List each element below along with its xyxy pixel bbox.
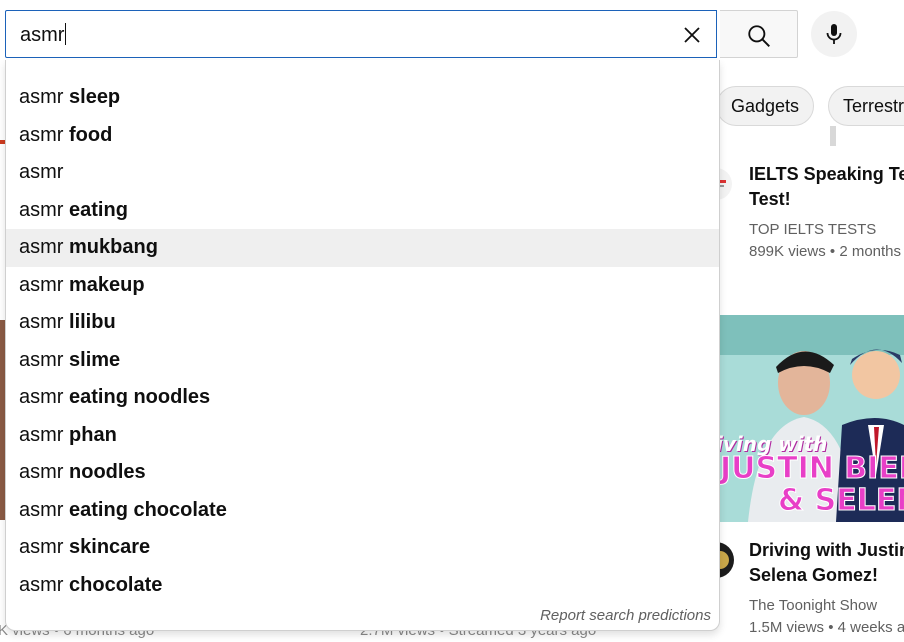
suggestion-query: asmr (19, 573, 64, 596)
suggestion-completion: slime (63, 348, 121, 371)
suggestion-item[interactable]: asmr phan (6, 417, 719, 455)
clear-search-button[interactable] (676, 19, 708, 51)
search-query-text: asmr (20, 24, 65, 46)
suggestion-completion: eating noodles (63, 386, 211, 408)
suggestion-query: asmr (19, 423, 64, 446)
suggestion-item[interactable]: asmr makeup (6, 267, 719, 305)
suggestion-item[interactable]: asmr mukbang (6, 229, 719, 267)
search-input[interactable]: asmr (20, 23, 67, 47)
suggestion-query: asmr (19, 161, 64, 183)
video-stats: 899K views • 2 months (749, 243, 902, 260)
view-count: 1.5M views (749, 619, 825, 636)
suggestion-completion: phan (63, 423, 117, 446)
chip-terrestrial[interactable]: Terrestr (828, 86, 904, 126)
upload-age: 2 months (839, 243, 902, 260)
search-button[interactable] (720, 10, 798, 58)
close-icon (684, 27, 700, 43)
suggestion-item[interactable]: asmr skincare (6, 529, 719, 567)
suggestion-query: asmr (19, 123, 64, 146)
suggestion-item[interactable]: asmr eating chocolate (6, 492, 719, 530)
suggestion-completion: chocolate (63, 573, 163, 596)
video-title-line: Selena Gomez! (749, 565, 879, 585)
suggestion-query: asmr (19, 461, 64, 483)
channel-name[interactable]: TOP IELTS TESTS (749, 219, 876, 241)
suggestion-completion: noodles (63, 461, 146, 483)
suggestion-item[interactable]: asmr sleep (6, 79, 719, 117)
suggestion-query: asmr (19, 198, 64, 221)
search-box[interactable]: asmr (5, 10, 717, 58)
chip-label: Gadgets (731, 96, 800, 116)
view-count: 899K views (749, 243, 826, 260)
video-title[interactable]: Driving with Justin B Selena Gomez! (749, 538, 904, 588)
thumbnail-text: JUSTIN BIEB (720, 451, 904, 487)
suggestion-item[interactable]: asmr slime (6, 342, 719, 380)
suggestion-item[interactable]: asmr lilibu (6, 304, 719, 342)
suggestion-query: asmr (19, 386, 64, 408)
search-suggestions-dropdown: asmr sleep asmr food asmr asmr eating asmr m… (5, 60, 720, 631)
suggestion-completion: lilibu (63, 311, 116, 333)
suggestion-completion: eating chocolate (63, 498, 227, 521)
suggestion-completion: food (63, 123, 113, 146)
suggestion-query: asmr (19, 348, 64, 371)
suggestion-query: asmr (19, 86, 64, 108)
suggestion-item[interactable]: asmr eating noodles (6, 379, 719, 417)
microphone-icon (826, 24, 842, 44)
suggestion-item[interactable]: asmr (6, 154, 719, 192)
suggestion-completion: mukbang (63, 236, 158, 258)
video-title-line: Test! (749, 189, 791, 209)
video-title-line: IELTS Speaking Tes (749, 164, 904, 184)
chip-gadgets[interactable]: Gadgets (716, 86, 815, 126)
suggestion-item[interactable]: asmr eating (6, 192, 719, 230)
suggestion-completion: sleep (63, 86, 121, 108)
suggestion-completion: makeup (63, 273, 145, 296)
suggestion-list: asmr sleep asmr food asmr asmr eating asmr m… (6, 79, 719, 604)
voice-search-button[interactable] (811, 11, 857, 57)
suggestion-query: asmr (19, 498, 64, 521)
suggestion-query: asmr (19, 236, 64, 258)
video-stats: 1.5M views • 4 weeks a (749, 619, 904, 636)
upload-age: 4 weeks a (837, 619, 904, 636)
suggestion-query: asmr (19, 311, 64, 333)
channel-name[interactable]: The Toonight Show (749, 595, 877, 617)
suggestion-completion: eating (63, 198, 128, 221)
suggestion-query: asmr (19, 536, 64, 558)
video-title-line: Driving with Justin B (749, 540, 904, 560)
video-thumbnail[interactable]: iving with JUSTIN BIEB & SELEN (718, 315, 904, 522)
report-search-predictions-link[interactable]: Report search predictions (540, 607, 711, 624)
thumbnail-text: & SELEN (777, 483, 904, 519)
text-caret (65, 23, 67, 45)
suggestion-item[interactable]: asmr chocolate (6, 567, 719, 605)
chip-label: Terrestr (843, 96, 904, 116)
suggestion-item[interactable]: asmr noodles (6, 454, 719, 492)
suggestion-item[interactable]: asmr food (6, 117, 719, 155)
video-title[interactable]: IELTS Speaking Tes Test! (749, 162, 904, 212)
suggestion-query: asmr (19, 273, 64, 296)
divider-fragment (830, 126, 836, 146)
search-icon (748, 25, 770, 47)
suggestion-completion: skincare (63, 536, 151, 558)
